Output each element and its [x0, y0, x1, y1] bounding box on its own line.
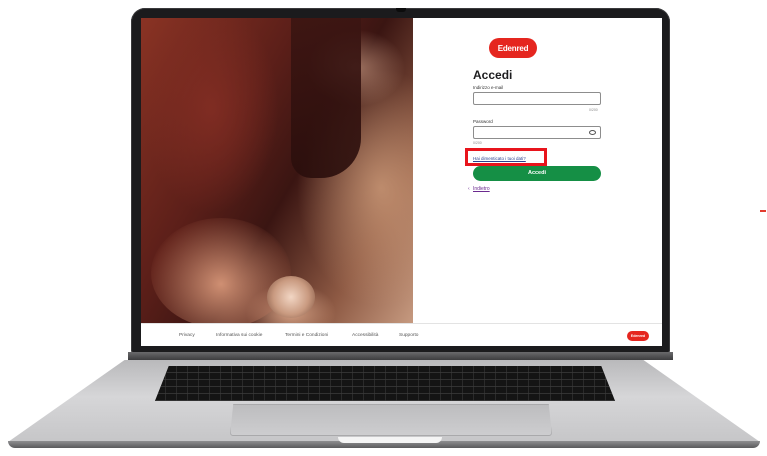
keyboard-rows — [155, 366, 615, 401]
page-title: Accedi — [473, 68, 513, 82]
email-label: Indirizzo e-mail — [473, 85, 504, 90]
edge-mark — [760, 210, 766, 212]
photo-watch — [267, 276, 315, 318]
laptop-hinge — [128, 352, 673, 360]
footer-link-support[interactable]: Supporto — [399, 333, 418, 338]
back-link-label: Indietro — [473, 186, 490, 192]
footer-link-privacy[interactable]: Privacy — [179, 333, 195, 338]
photo-hair — [291, 18, 361, 178]
back-link[interactable]: ‹ Indietro — [468, 186, 490, 192]
login-panel: Edenred Accedi Indirizzo e-mail 0/200 Pa… — [413, 18, 662, 323]
footer-logo: Edenred — [627, 331, 649, 341]
back-arrow-icon: ‹ — [468, 186, 470, 192]
password-counter: 0/200 — [473, 141, 482, 145]
footer-link-terms[interactable]: Termini e Condizioni — [285, 333, 328, 338]
laptop-trackpad — [230, 404, 552, 436]
footer-link-cookies[interactable]: Informativa sui cookie — [216, 333, 262, 338]
password-field[interactable] — [473, 126, 601, 139]
footer: Privacy Informativa sui cookie Termini e… — [141, 323, 662, 346]
login-button[interactable]: Accedi — [473, 166, 601, 181]
footer-link-accessibility[interactable]: Accessibilità — [352, 333, 378, 338]
forgot-credentials-link[interactable]: Hai dimenticato i tuoi dati? — [473, 156, 526, 161]
edenred-logo: Edenred — [489, 38, 537, 58]
photo-hand — [151, 218, 291, 328]
laptop-screen: Edenred Accedi Indirizzo e-mail 0/200 Pa… — [141, 18, 662, 346]
show-password-icon[interactable] — [589, 130, 596, 135]
camera-notch — [396, 8, 406, 12]
email-field[interactable] — [473, 92, 601, 105]
hero-photo — [141, 18, 413, 328]
email-counter: 0/200 — [589, 108, 598, 112]
laptop-notch — [338, 437, 442, 443]
password-label: Password — [473, 119, 493, 124]
